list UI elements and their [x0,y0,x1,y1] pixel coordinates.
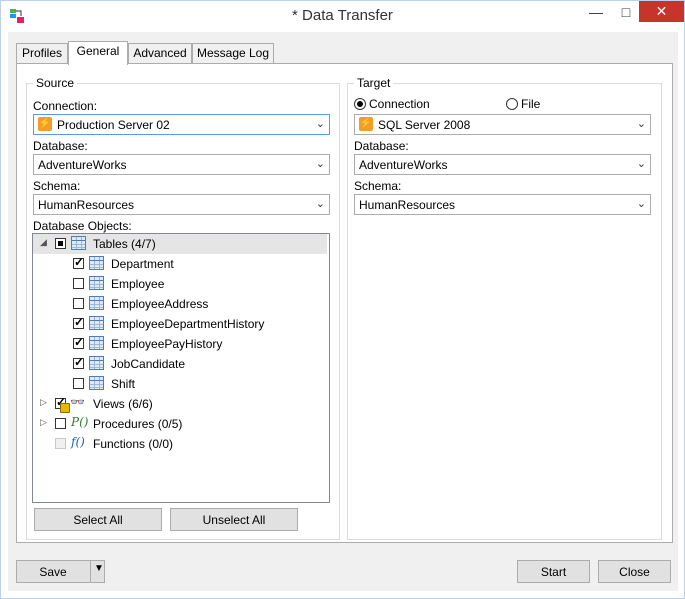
functions-checkbox[interactable] [55,438,66,449]
target-schema-value: HumanResources [359,198,456,212]
table-item-label: EmployeeAddress [111,297,209,311]
procedure-icon: P() [71,415,89,429]
chevron-down-icon: ⌄ [636,118,646,130]
chevron-down-icon: ⌄ [636,158,646,170]
source-schema-value: HumanResources [38,198,135,212]
views-label: Views (6/6) [93,397,153,411]
source-connection-combo[interactable]: ⚡ Production Server 02 ⌄ [33,114,330,135]
table-item-checkbox[interactable] [73,255,84,269]
table-item-label: Shift [111,377,136,391]
glasses-icon: 👓 [70,395,85,409]
server-icon: ⚡ [38,117,52,131]
chevron-down-icon: ⌄ [315,158,325,170]
file-radio[interactable] [506,98,518,110]
table-icon [71,236,86,250]
target-database-combo[interactable]: AdventureWorks ⌄ [354,154,651,175]
table-item[interactable]: EmployeeDepartmentHistory [33,314,327,334]
source-database-value: AdventureWorks [38,158,127,172]
table-icon [89,296,104,310]
target-group-title: Target [354,76,394,90]
source-connection-label: Connection: [33,99,98,113]
function-icon: f() [71,435,85,449]
target-database-label: Database: [354,139,409,153]
source-database-combo[interactable]: AdventureWorks ⌄ [33,154,330,175]
connection-radio[interactable] [354,98,366,110]
tables-checkbox[interactable] [55,238,66,249]
target-schema-label: Schema: [354,179,402,193]
file-radio-label: File [521,97,541,111]
table-item-label: Employee [111,277,165,291]
table-icon [89,356,104,370]
expand-arrow-icon[interactable]: ▷ [40,397,47,408]
table-item-checkbox[interactable] [73,315,84,329]
database-objects-tree[interactable]: ◢ Tables (4/7) Department Employee Employe… [32,233,330,503]
table-item[interactable]: Department [33,254,327,274]
unselect-all-button[interactable]: Unselect All [170,508,298,531]
tab-general[interactable]: General [68,41,128,65]
tree-node-views[interactable]: ▷ 👓 Views (6/6) [33,394,327,414]
tree-node-tables[interactable]: ◢ Tables (4/7) [33,234,327,254]
target-database-value: AdventureWorks [359,158,448,172]
tree-node-functions[interactable]: f() Functions (0/0) [33,434,327,454]
procedures-checkbox[interactable] [55,418,66,429]
table-item-label: JobCandidate [111,357,186,371]
title-bar[interactable]: * Data Transfer — □ ✕ [1,1,684,32]
source-database-label: Database: [33,139,88,153]
chevron-down-icon: ⌄ [315,118,325,130]
tab-message-log[interactable]: Message Log [192,43,274,64]
tables-label: Tables (4/7) [93,237,156,251]
save-split-button[interactable]: Save ▼ [16,560,105,583]
target-connection-value: SQL Server 2008 [378,118,471,132]
source-schema-label: Schema: [33,179,81,193]
table-item-label: EmployeeDepartmentHistory [111,317,265,331]
database-objects-label: Database Objects: [33,219,132,233]
lock-icon [60,403,70,413]
connection-radio-label: Connection [369,97,430,111]
table-item-checkbox[interactable] [73,335,84,349]
expand-arrow-icon[interactable]: ▷ [40,417,47,428]
dropdown-arrow-icon[interactable]: ▼ [94,563,104,574]
server-icon: ⚡ [359,117,373,131]
source-group-title: Source [33,76,78,90]
save-button-label: Save [39,564,67,579]
table-icon [89,316,104,330]
tab-advanced[interactable]: Advanced [128,43,192,64]
maximize-button[interactable]: □ [613,1,639,22]
split-divider [90,561,91,582]
table-icon [89,276,104,290]
target-schema-combo[interactable]: HumanResources ⌄ [354,194,651,215]
source-schema-combo[interactable]: HumanResources ⌄ [33,194,330,215]
close-window-button[interactable]: ✕ [639,1,684,22]
table-item[interactable]: Shift [33,374,327,394]
procedures-label: Procedures (0/5) [93,417,183,431]
chevron-down-icon: ⌄ [315,198,325,210]
select-all-button[interactable]: Select All [34,508,162,531]
close-button[interactable]: Close [598,560,671,583]
table-item[interactable]: JobCandidate [33,354,327,374]
source-connection-value: Production Server 02 [57,118,170,132]
target-connection-combo[interactable]: ⚡ SQL Server 2008 ⌄ [354,114,651,135]
chevron-down-icon: ⌄ [636,198,646,210]
table-item-label: Department [111,257,174,271]
table-item[interactable]: EmployeeAddress [33,294,327,314]
table-icon [89,376,104,390]
table-item-label: EmployeePayHistory [111,337,223,351]
table-item-checkbox[interactable] [73,298,84,309]
table-item-checkbox[interactable] [73,278,84,289]
table-icon [89,256,104,270]
minimize-button[interactable]: — [581,1,611,22]
table-icon [89,336,104,350]
functions-label: Functions (0/0) [93,437,174,451]
tree-node-procedures[interactable]: ▷ P() Procedures (0/5) [33,414,327,434]
start-button[interactable]: Start [517,560,590,583]
table-item[interactable]: EmployeePayHistory [33,334,327,354]
collapse-arrow-icon[interactable]: ◢ [40,237,47,248]
table-item[interactable]: Employee [33,274,327,294]
tab-profiles[interactable]: Profiles [16,43,68,64]
table-item-checkbox[interactable] [73,378,84,389]
table-item-checkbox[interactable] [73,355,84,369]
